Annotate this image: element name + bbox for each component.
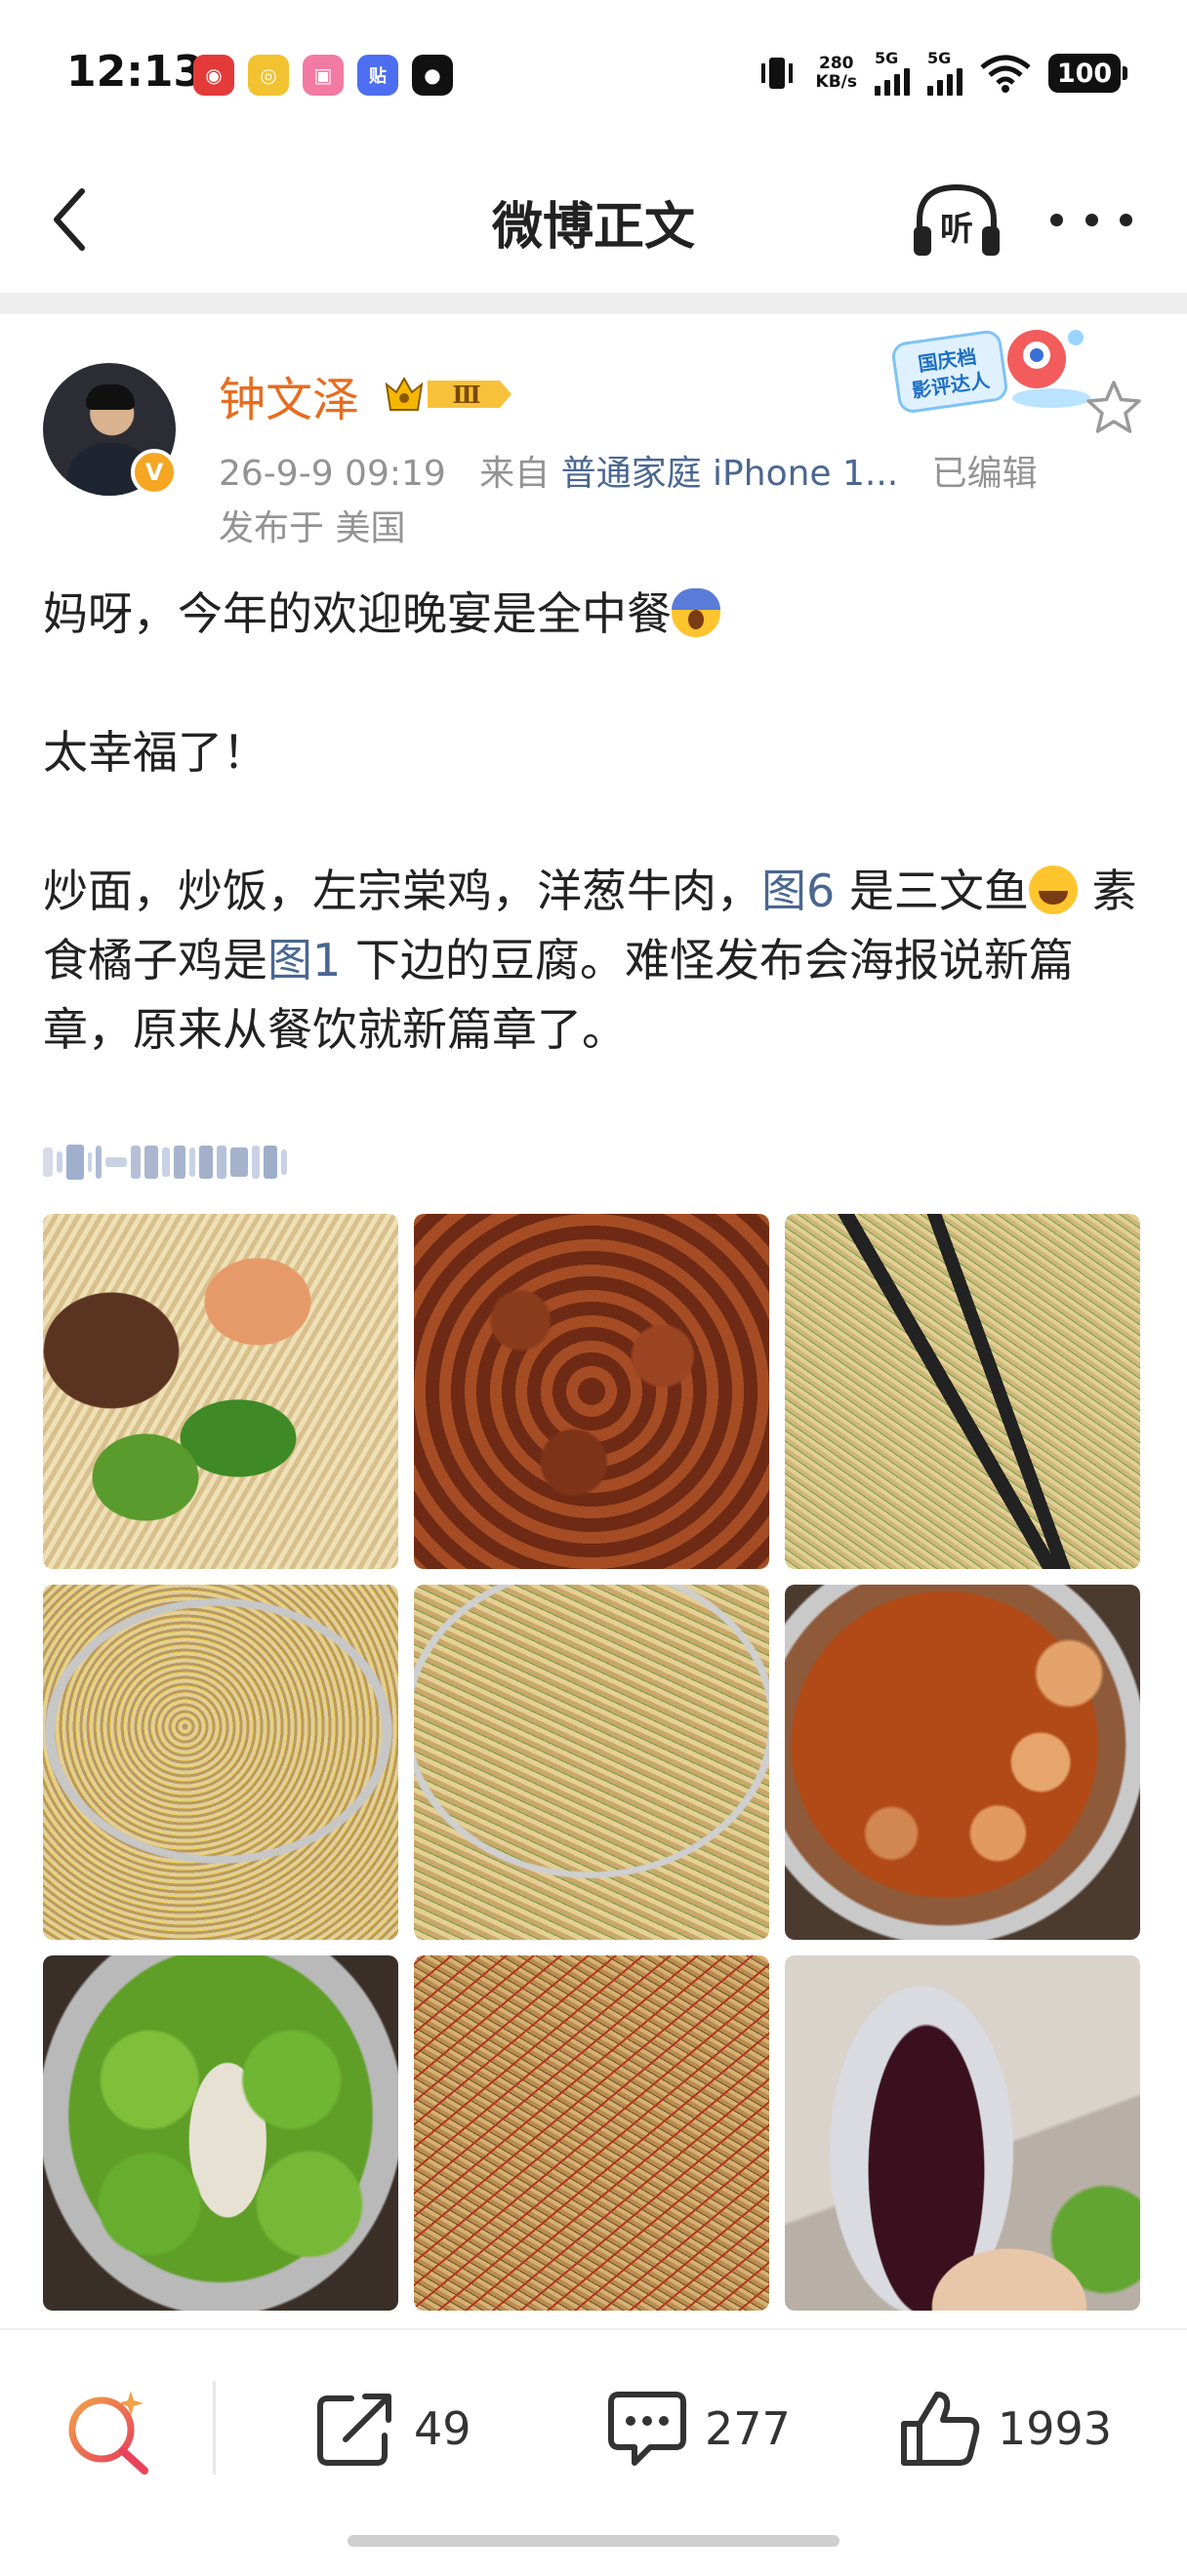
level-badge-text: Ⅲ xyxy=(452,381,480,409)
photo-chow-mein[interactable] xyxy=(414,1585,769,1940)
comment-button[interactable]: 277 xyxy=(605,2389,791,2469)
status-time: 12:13 xyxy=(66,47,204,97)
photo-plate-salmon-beef-noodles[interactable] xyxy=(43,1214,398,1569)
thumbs-up-icon xyxy=(901,2392,980,2466)
photo-grid xyxy=(43,1214,1142,2311)
repost-icon xyxy=(317,2394,391,2466)
repost-count: 49 xyxy=(414,2402,471,2455)
like-count: 1993 xyxy=(998,2402,1113,2455)
verified-badge-icon: V xyxy=(131,449,178,496)
more-options-icon[interactable] xyxy=(1050,205,1132,234)
post-source-device[interactable]: 普通家庭 iPhone 1... xyxy=(561,454,899,494)
photo-fried-noodles-tongs[interactable] xyxy=(785,1214,1140,1569)
tieba-icon: 贴 xyxy=(357,55,398,96)
post-meta: 26-9-9 09:19 来自 普通家庭 iPhone 1... 已编辑 xyxy=(219,445,1038,496)
laughing-tears-emoji-icon xyxy=(1028,865,1078,914)
comment-count: 277 xyxy=(705,2402,791,2455)
like-button[interactable]: 1993 xyxy=(898,2389,1112,2469)
photo-red-wine-glass[interactable] xyxy=(785,1955,1140,2311)
listen-label: 听 xyxy=(940,210,973,249)
crown-level-badge-icon: Ⅲ xyxy=(385,376,512,411)
signal-2-bars-icon xyxy=(927,66,962,96)
photo-broccoli[interactable] xyxy=(43,1955,398,2311)
network-speed: 280 KB/s xyxy=(816,55,857,92)
signal-1: 5G xyxy=(875,51,910,96)
search-sparkle-icon[interactable] xyxy=(62,2385,152,2475)
post-text-p3b: 是三文鱼 xyxy=(835,865,1029,917)
nav-bar: 微博正文 听 xyxy=(0,146,1187,293)
bottom-action-bar: 49 277 1993 xyxy=(0,2330,1187,2525)
net-speed-unit: KB/s xyxy=(815,72,857,92)
photo-tofu[interactable] xyxy=(785,1585,1140,1940)
status-indicators: 280 KB/s 5G 5G 100 xyxy=(756,51,1127,96)
post-text-p3a: 炒面，炒饭，左宗棠鸡，洋葱牛肉， xyxy=(43,865,761,917)
post-paragraph-3: 炒面，炒饭，左宗棠鸡，洋葱牛肉，图6 是三文鱼 素食橘子鸡是图1 下边的豆腐。难… xyxy=(43,857,1156,1065)
listen-headphones-icon[interactable]: 听 xyxy=(908,178,1005,262)
signal-2: 5G xyxy=(927,51,962,96)
author-name[interactable]: 钟文泽 xyxy=(219,361,359,429)
photo-link-6[interactable]: 图6 xyxy=(761,865,835,917)
battery-indicator: 100 xyxy=(1048,54,1127,93)
signal-2-label: 5G xyxy=(927,49,952,67)
post-location: 发布于 美国 xyxy=(219,508,406,548)
status-bar: 12:13 ◉ ◎ ▣ 贴 ● 280 KB/s 5G 5G 100 xyxy=(0,0,1187,146)
photo-fried-rice[interactable] xyxy=(43,1585,398,1940)
post-paragraph-1: 妈呀，今年的欢迎晚宴是全中餐 xyxy=(43,580,1156,649)
post-date: 26-9-9 09:19 xyxy=(219,454,446,494)
photo-link-1[interactable]: 图1 xyxy=(267,934,341,986)
post-text-p1: 妈呀，今年的欢迎晚宴是全中餐 xyxy=(43,587,672,640)
net-speed-value: 280 xyxy=(819,54,854,73)
post-paragraph-2: 太幸福了！ xyxy=(43,726,267,779)
post-body: 妈呀，今年的欢迎晚宴是全中餐 太幸福了！ 炒面，炒饭，左宗棠鸡，洋葱牛肉，图6 … xyxy=(43,580,1156,1065)
netease-music-icon: ◉ xyxy=(193,55,234,96)
edited-label[interactable]: 已编辑 xyxy=(932,454,1038,494)
photo-general-tso-chicken[interactable] xyxy=(414,1214,769,1569)
bilibili-icon: ▣ xyxy=(303,55,344,96)
black-app-icon: ● xyxy=(412,55,453,96)
section-divider xyxy=(0,293,1187,314)
repost-button[interactable]: 49 xyxy=(314,2389,471,2469)
vibrate-icon xyxy=(760,58,793,89)
page-title: 微博正文 xyxy=(491,198,695,257)
notification-app-icons: ◉ ◎ ▣ 贴 ● xyxy=(193,55,453,96)
wifi-icon xyxy=(980,55,1031,93)
signal-1-label: 5G xyxy=(875,49,899,67)
action-separator xyxy=(213,2381,216,2475)
media-placeholder-strip xyxy=(43,1138,424,1187)
from-label: 来自 xyxy=(479,454,551,494)
photo-onion-beef[interactable] xyxy=(414,1955,769,2311)
shocked-emoji-icon xyxy=(672,588,720,637)
signal-1-bars-icon xyxy=(875,66,910,96)
home-indicator[interactable] xyxy=(348,2535,839,2547)
weibo-icon: ◎ xyxy=(248,55,289,96)
event-badge-icon[interactable]: 国庆档 影评达人 xyxy=(890,318,1095,420)
comment-icon xyxy=(608,2392,686,2466)
favorite-star-icon[interactable] xyxy=(1084,379,1144,437)
